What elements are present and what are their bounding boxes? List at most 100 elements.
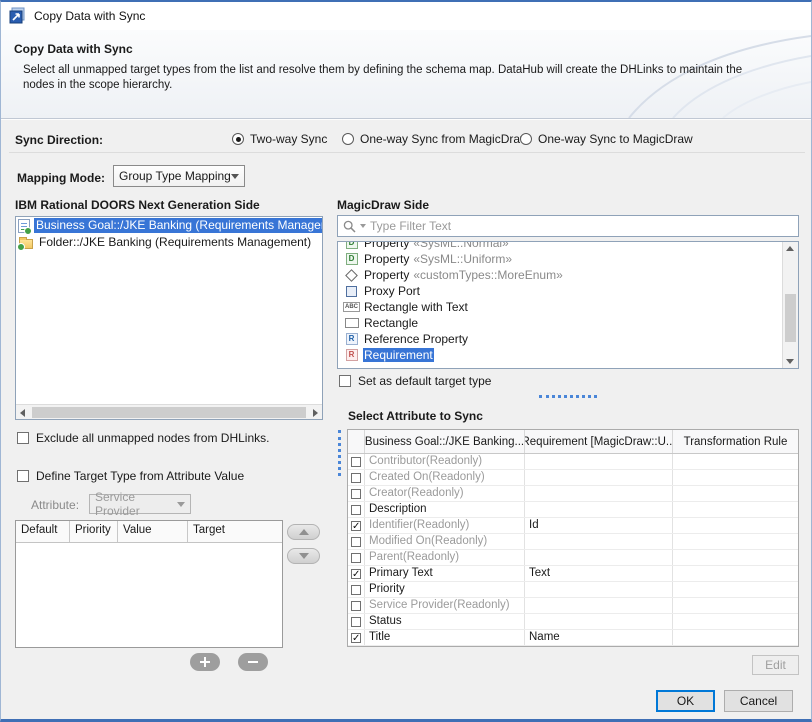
table-row[interactable]: Description bbox=[348, 502, 798, 518]
radio-two-way-sync[interactable]: Two-way Sync bbox=[232, 131, 327, 147]
attribute-label: Attribute: bbox=[31, 498, 79, 512]
row-checkbox[interactable] bbox=[351, 537, 361, 547]
remove-button[interactable] bbox=[238, 653, 268, 671]
radio-one-way-from-magicdraw[interactable]: One-way Sync from MagicDraw bbox=[342, 131, 529, 147]
table-row[interactable]: Modified On(Readonly) bbox=[348, 534, 798, 550]
reference-property-icon bbox=[344, 333, 359, 345]
type-filter-input[interactable]: Type Filter Text bbox=[337, 215, 799, 237]
move-down-button[interactable] bbox=[287, 548, 320, 564]
chevron-down-icon[interactable] bbox=[360, 224, 366, 228]
filter-placeholder: Type Filter Text bbox=[370, 219, 451, 233]
target-attribute bbox=[525, 486, 673, 501]
tree-item[interactable]: Rectangle bbox=[338, 315, 782, 331]
row-checkbox[interactable] bbox=[351, 585, 361, 595]
exclude-unmapped-checkbox[interactable]: Exclude all unmapped nodes from DHLinks. bbox=[17, 431, 269, 445]
header-separator bbox=[1, 118, 811, 119]
list-item[interactable]: Business Goal::/JKE Banking (Requirement… bbox=[16, 217, 322, 234]
set-default-target-checkbox[interactable]: Set as default target type bbox=[339, 374, 491, 388]
horizontal-scrollbar[interactable] bbox=[16, 404, 322, 419]
table-row[interactable]: Contributor(Readonly) bbox=[348, 454, 798, 470]
scroll-down-arrow-icon[interactable] bbox=[786, 359, 794, 364]
mapping-mode-select[interactable]: Group Type Mapping bbox=[113, 165, 245, 187]
scroll-left-arrow-icon[interactable] bbox=[20, 409, 25, 417]
magicdraw-side-title: MagicDraw Side bbox=[337, 198, 429, 212]
header-description-line1: Select all unmapped target types from th… bbox=[23, 63, 742, 78]
target-attribute bbox=[525, 470, 673, 485]
row-checkbox[interactable] bbox=[351, 521, 361, 531]
radio-label: Two-way Sync bbox=[250, 132, 327, 146]
enum-property-icon bbox=[344, 269, 359, 281]
table-row[interactable]: Parent(Readonly) bbox=[348, 550, 798, 566]
vertical-scrollbar[interactable] bbox=[782, 242, 798, 368]
row-checkbox[interactable] bbox=[351, 617, 361, 627]
transformation-rule bbox=[673, 486, 798, 501]
radio-label: One-way Sync to MagicDraw bbox=[538, 132, 693, 146]
checkbox-label: Set as default target type bbox=[358, 374, 491, 388]
tree-item-label: Property bbox=[363, 252, 410, 266]
attribute-name: Created On(Readonly) bbox=[365, 470, 525, 485]
define-target-type-checkbox[interactable]: Define Target Type from Attribute Value bbox=[17, 469, 244, 483]
transformation-rule bbox=[673, 534, 798, 549]
tree-item-stereotype: «SysML::Normal» bbox=[413, 241, 508, 250]
attribute-name: Status bbox=[365, 614, 525, 629]
radio-one-way-to-magicdraw[interactable]: One-way Sync to MagicDraw bbox=[520, 131, 693, 147]
requirement-icon bbox=[344, 349, 359, 361]
tree-item[interactable]: Property «SysML::Uniform» bbox=[338, 251, 782, 267]
table-row[interactable]: Primary Text Text bbox=[348, 566, 798, 582]
doors-side-title: IBM Rational DOORS Next Generation Side bbox=[15, 198, 260, 212]
down-arrow-icon bbox=[299, 553, 309, 559]
proxy-port-icon bbox=[344, 285, 359, 297]
row-checkbox[interactable] bbox=[351, 633, 361, 643]
table-row[interactable]: Title Name bbox=[348, 630, 798, 646]
transformation-rule bbox=[673, 630, 798, 645]
checkbox-icon bbox=[17, 470, 29, 482]
tree-item[interactable]: Property «SysML::Normal» bbox=[338, 241, 782, 251]
cancel-button[interactable]: Cancel bbox=[724, 690, 793, 712]
tree-item-label: Property bbox=[363, 241, 410, 250]
ok-button[interactable]: OK bbox=[656, 690, 715, 712]
table-row[interactable]: Created On(Readonly) bbox=[348, 470, 798, 486]
attribute-sync-table[interactable]: Business Goal::/JKE Banking... Requireme… bbox=[347, 429, 799, 647]
business-goal-icon bbox=[18, 219, 30, 233]
priority-value-table[interactable]: Default Priority Value Target bbox=[15, 520, 283, 648]
chevron-down-icon bbox=[177, 502, 185, 507]
tree-item-label: Proxy Port bbox=[363, 284, 421, 298]
row-checkbox[interactable] bbox=[351, 601, 361, 611]
list-item[interactable]: Folder::/JKE Banking (Requirements Manag… bbox=[16, 234, 322, 251]
row-checkbox[interactable] bbox=[351, 489, 361, 499]
tree-item[interactable]: Requirement bbox=[338, 347, 782, 363]
table-row[interactable]: Service Provider(Readonly) bbox=[348, 598, 798, 614]
row-checkbox[interactable] bbox=[351, 569, 361, 579]
table-row[interactable]: Creator(Readonly) bbox=[348, 486, 798, 502]
vertical-splitter-handle[interactable] bbox=[338, 430, 341, 476]
minus-icon bbox=[248, 657, 258, 667]
horizontal-splitter-handle[interactable] bbox=[539, 395, 597, 398]
table-row[interactable]: Priority bbox=[348, 582, 798, 598]
tree-item[interactable]: Property «customTypes::MoreEnum» bbox=[338, 267, 782, 283]
add-button[interactable] bbox=[190, 653, 220, 671]
row-checkbox[interactable] bbox=[351, 505, 361, 515]
column-header: Transformation Rule bbox=[673, 430, 798, 453]
radio-label: One-way Sync from MagicDraw bbox=[360, 132, 529, 146]
copy-data-with-sync-dialog: Copy Data with Sync Copy Data with Sync … bbox=[0, 0, 812, 722]
magicdraw-type-tree[interactable]: Property «SysML::Normal» Property «SysML… bbox=[337, 241, 799, 369]
table-row[interactable]: Status bbox=[348, 614, 798, 630]
edit-button[interactable]: Edit bbox=[752, 655, 799, 675]
attribute-name: Primary Text bbox=[365, 566, 525, 581]
row-checkbox[interactable] bbox=[351, 457, 361, 467]
row-checkbox[interactable] bbox=[351, 473, 361, 483]
tree-item[interactable]: Rectangle with Text bbox=[338, 299, 782, 315]
transformation-rule bbox=[673, 566, 798, 581]
column-header: Priority bbox=[70, 521, 118, 542]
scroll-up-arrow-icon[interactable] bbox=[786, 246, 794, 251]
table-row[interactable]: Identifier(Readonly) Id bbox=[348, 518, 798, 534]
column-header: Default bbox=[16, 521, 70, 542]
scroll-right-arrow-icon[interactable] bbox=[313, 409, 318, 417]
row-checkbox[interactable] bbox=[351, 553, 361, 563]
tree-item[interactable]: Reference Property bbox=[338, 331, 782, 347]
move-up-button[interactable] bbox=[287, 524, 320, 540]
doors-type-list[interactable]: Business Goal::/JKE Banking (Requirement… bbox=[15, 216, 323, 420]
scrollbar-thumb[interactable] bbox=[32, 407, 306, 418]
scrollbar-thumb[interactable] bbox=[785, 294, 796, 342]
tree-item[interactable]: Proxy Port bbox=[338, 283, 782, 299]
